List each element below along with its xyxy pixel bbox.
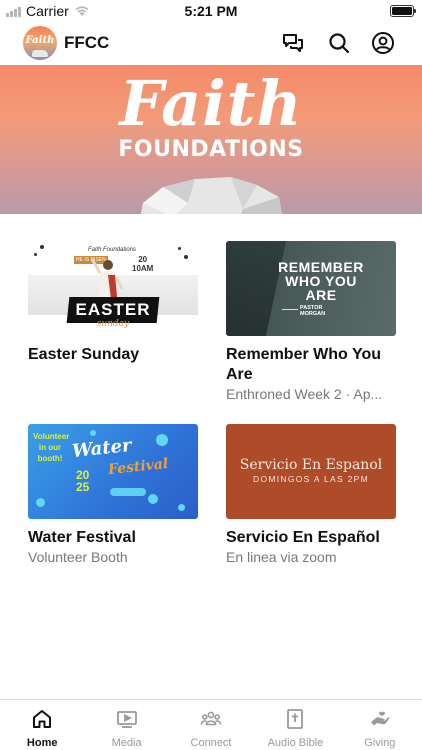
card-water-festival[interactable]: Volunteer in our booth! Water Festival 2… <box>28 424 198 566</box>
tab-bar: Home Media Connect Audio Bible Giving <box>0 699 422 750</box>
thumb-subtitle: DOMINGOS A LAS 2PM <box>253 474 369 484</box>
thumb-pill <box>110 488 146 496</box>
tab-label: Audio Bible <box>267 737 324 749</box>
thumb-word: EASTER <box>75 300 151 319</box>
home-icon <box>31 708 53 730</box>
thumb-header: Faith Foundations <box>88 247 137 253</box>
search-icon[interactable] <box>327 31 351 55</box>
logo-rock-shape <box>32 50 48 57</box>
thumb-splat <box>40 245 44 249</box>
card-title: Servicio En Español <box>226 529 380 546</box>
card-title: Remember Who You Are <box>226 346 381 383</box>
card-subtitle: En linea via zoom <box>226 549 337 565</box>
thumb-word-festival: Festival <box>107 455 169 479</box>
logo-text: Faith <box>25 35 55 46</box>
thumb-title-line: REMEMBER <box>278 259 364 275</box>
card-servicio-en-espanol[interactable]: Servicio En Espanol DOMINGOS A LAS 2PM S… <box>226 424 396 566</box>
thumb-splash <box>36 498 45 507</box>
card-subtitle: Enthroned Week 2 · Ap... <box>226 386 383 402</box>
thumb-volunteer-text: Volunteer in our booth! <box>33 432 70 463</box>
giving-hand-icon <box>369 708 391 730</box>
church-logo[interactable]: Faith <box>23 26 57 60</box>
status-time: 5:21 PM <box>184 3 238 19</box>
card-thumbnail: Faith Foundations HE IS RISEN 20 10AM EA… <box>28 241 198 336</box>
tab-home[interactable]: Home <box>0 700 84 750</box>
tab-giving[interactable]: Giving <box>338 700 422 750</box>
thumb-year-line: 25 <box>76 480 90 494</box>
thumb-title-line: WHO YOU <box>285 273 357 289</box>
card-remember-who-you-are[interactable]: REMEMBER WHO YOU ARE PASTOR MORGAN Remem… <box>226 241 396 403</box>
app-title: FFCC <box>64 33 110 52</box>
profile-icon[interactable] <box>371 31 395 55</box>
bible-icon <box>284 708 306 730</box>
thumb-title: REMEMBER WHO YOU ARE <box>246 260 396 302</box>
thumb-title: Servicio En Espanol <box>239 457 383 473</box>
thumb-splash <box>156 434 168 446</box>
thumb-script: sunday <box>96 319 130 329</box>
hero-subtitle: FOUNDATIONS <box>118 137 304 162</box>
thumb-splat <box>184 255 188 259</box>
tab-label: Connect <box>190 737 232 749</box>
thumb-splash <box>148 494 158 504</box>
hero-rock-image <box>140 177 282 214</box>
tab-label: Giving <box>364 737 396 749</box>
tab-label: Home <box>26 737 58 749</box>
thumb-speaker-line: MORGAN <box>300 311 326 317</box>
thumb-word-water: Water <box>71 434 133 463</box>
hero-banner[interactable]: Faith FOUNDATIONS <box>0 65 422 214</box>
thumb-splat <box>34 253 37 256</box>
hero-script-title: Faith <box>119 67 303 140</box>
card-thumbnail: Volunteer in our booth! Water Festival 2… <box>28 424 198 519</box>
people-icon <box>200 708 222 730</box>
card-title: Water Festival <box>28 529 136 546</box>
chat-icon[interactable] <box>281 31 305 55</box>
thumb-speaker: PASTOR MORGAN <box>300 305 325 317</box>
thumb-date-time: 10AM <box>132 264 154 273</box>
thumb-splat <box>178 247 181 250</box>
card-subtitle: Volunteer Booth <box>28 549 128 565</box>
battery-icon <box>390 5 416 17</box>
thumb-divider <box>282 309 298 310</box>
tab-label: Media <box>111 737 142 749</box>
status-bar: Carrier 5:21 PM <box>0 0 422 22</box>
thumb-splash <box>90 430 96 436</box>
tab-media[interactable]: Media <box>84 700 168 750</box>
tab-audio-bible[interactable]: Audio Bible <box>253 700 337 750</box>
app-header: Faith FFCC <box>0 24 422 64</box>
card-title: Easter Sunday <box>28 346 140 363</box>
card-easter-sunday[interactable]: Faith Foundations HE IS RISEN 20 10AM EA… <box>28 241 198 365</box>
card-thumbnail: REMEMBER WHO YOU ARE PASTOR MORGAN <box>226 241 396 336</box>
thumb-splash <box>178 504 185 511</box>
thumb-date: 20 10AM <box>132 255 153 273</box>
thumb-title-line: ARE <box>305 287 337 303</box>
battery-level <box>392 7 412 15</box>
thumb-date-day: 20 <box>138 255 148 264</box>
thumb-year: 20 25 <box>76 469 89 493</box>
media-icon <box>116 708 138 730</box>
card-thumbnail: Servicio En Espanol DOMINGOS A LAS 2PM <box>226 424 396 519</box>
tab-connect[interactable]: Connect <box>169 700 253 750</box>
